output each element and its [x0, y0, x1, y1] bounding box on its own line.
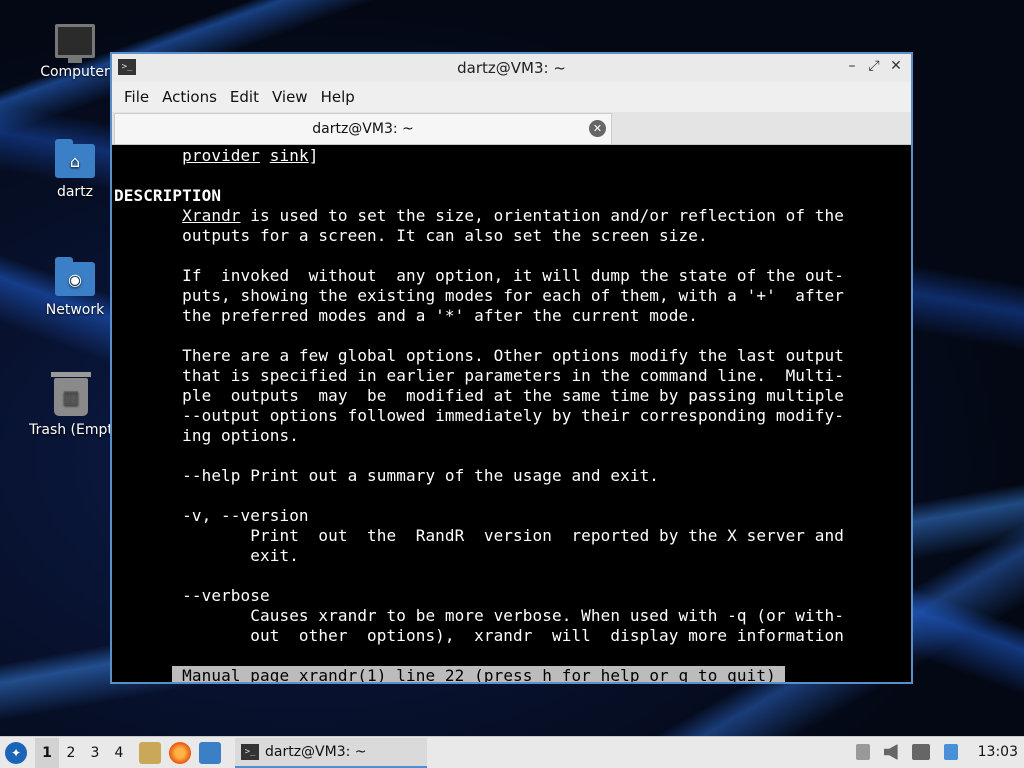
terminal-line: If invoked without any option, it will d…	[114, 266, 844, 285]
desktop-icon-label: Trash (Empt	[29, 422, 113, 438]
desktop-icon-trash[interactable]: ▥ Trash (Empt	[26, 372, 116, 438]
workspace-2[interactable]: 2	[59, 738, 83, 768]
taskbar: ✦ 1 2 3 4 >_ dartz@VM3: ~ 13:03	[0, 736, 1024, 768]
clipboard-icon[interactable]	[855, 744, 870, 760]
pager-status-text: Manual page xrandr(1) line 22 (press h f…	[172, 666, 776, 682]
maximize-icon[interactable]: ⤢	[867, 58, 881, 74]
taskbar-task-label: dartz@VM3: ~	[265, 743, 367, 760]
desktop-icon-home-folder[interactable]: ⌂ dartz	[30, 139, 120, 200]
terminal-line: puts, showing the existing modes for eac…	[114, 286, 844, 305]
terminal-line: Causes xrandr to be more verbose. When u…	[114, 606, 844, 625]
terminal-output[interactable]: provider sink] DESCRIPTION Xrandr is use…	[112, 145, 911, 682]
show-desktop-icon[interactable]	[199, 741, 221, 764]
home-folder-icon: ⌂	[55, 139, 95, 178]
tab-title: dartz@VM3: ~	[312, 121, 414, 137]
computer-icon	[55, 24, 95, 63]
desktop-icon-label: Computer	[40, 64, 110, 80]
tab-close-icon[interactable]: ✕	[589, 120, 606, 137]
tab-bar: dartz@VM3: ~ ✕	[112, 112, 911, 145]
terminal-line: outputs for a screen. It can also set th…	[114, 226, 708, 245]
terminal-line: --output options followed immediately by…	[114, 406, 844, 425]
terminal-line: --help Print out a summary of the usage …	[114, 466, 660, 485]
system-tray: 13:03	[855, 737, 1024, 767]
terminal-line: ing options.	[114, 426, 299, 445]
desktop-icon-label: dartz	[56, 184, 94, 200]
terminal-line-text: provider	[182, 146, 261, 165]
firefox-icon[interactable]	[169, 741, 191, 764]
terminal-line: -v, --version	[114, 506, 309, 525]
terminal-window: >_ dartz@VM3: ~ – ⤢ ✕ File Actions Edit …	[110, 52, 913, 684]
desktop-icon-network[interactable]: ◉ Network	[30, 257, 120, 318]
file-manager-icon[interactable]	[139, 741, 161, 764]
desktop-icon-label: Network	[45, 302, 105, 318]
window-title: dartz@VM3: ~	[457, 59, 566, 77]
network-status-icon[interactable]	[911, 744, 930, 760]
menu-view[interactable]: View	[270, 88, 319, 106]
window-controls: – ⤢ ✕	[845, 58, 903, 74]
start-menu-icon[interactable]: ✦	[5, 741, 27, 764]
terminal-line: provider sink]	[182, 146, 319, 165]
trash-icon: ▥	[51, 372, 91, 416]
pager-status-line: Manual page xrandr(1) line 22 (press h f…	[114, 646, 785, 682]
menu-bar: File Actions Edit View Help	[112, 82, 911, 112]
terminal-line: There are a few global options. Other op…	[114, 346, 844, 365]
workspace-4[interactable]: 4	[107, 738, 131, 768]
terminal-task-icon: >_	[241, 743, 259, 760]
terminal-line: exit.	[114, 546, 299, 565]
clock[interactable]: 13:03	[978, 744, 1018, 760]
terminal-line-text: Xrandr	[182, 206, 241, 225]
terminal-line: DESCRIPTION	[114, 186, 222, 205]
terminal-cursor	[775, 666, 785, 682]
terminal-line: Xrandr is used to set the size, orientat…	[182, 206, 844, 225]
tab-terminal[interactable]: dartz@VM3: ~ ✕	[114, 113, 612, 144]
terminal-line: Print out the RandR version reported by …	[114, 526, 844, 545]
close-icon[interactable]: ✕	[889, 58, 903, 74]
update-notifier-icon[interactable]	[943, 744, 958, 760]
window-titlebar[interactable]: >_ dartz@VM3: ~ – ⤢ ✕	[112, 54, 911, 82]
terminal-line: --verbose	[114, 586, 270, 605]
menu-help[interactable]: Help	[319, 88, 366, 106]
menu-edit[interactable]: Edit	[228, 88, 270, 106]
minimize-icon[interactable]: –	[845, 58, 859, 74]
desktop-icon-computer[interactable]: Computer	[30, 24, 120, 80]
terminal-line: that is specified in earlier parameters …	[114, 366, 844, 385]
terminal-line-text: sink	[269, 146, 309, 165]
terminal-line: the preferred modes and a '*' after the …	[114, 306, 698, 325]
menu-actions[interactable]: Actions	[160, 88, 228, 106]
volume-icon[interactable]	[883, 744, 898, 760]
network-folder-icon: ◉	[55, 257, 95, 296]
menu-file[interactable]: File	[122, 88, 160, 106]
workspace-3[interactable]: 3	[83, 738, 107, 768]
terminal-line: ple outputs may be modified at the same …	[114, 386, 844, 405]
terminal-line: out other options), xrandr will display …	[114, 626, 844, 645]
workspace-1[interactable]: 1	[35, 737, 59, 768]
terminal-app-icon[interactable]: >_	[118, 59, 136, 75]
taskbar-task-terminal[interactable]: >_ dartz@VM3: ~	[235, 737, 427, 768]
